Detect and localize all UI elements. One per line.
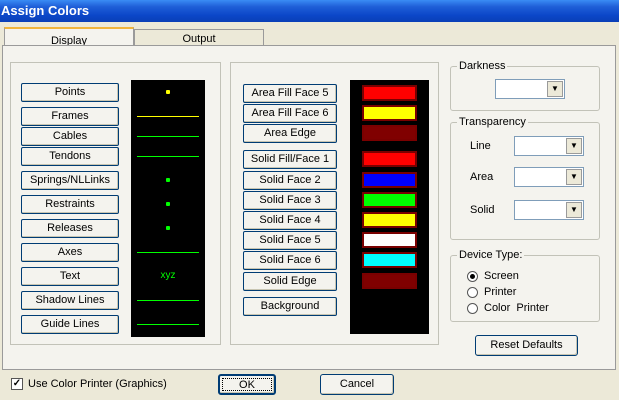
color-swatch[interactable] <box>362 85 417 101</box>
face-color-button[interactable]: Solid Face 5 <box>243 231 337 250</box>
color-swatch[interactable] <box>362 212 417 228</box>
color-swatch[interactable] <box>362 151 417 167</box>
face-preview-panel <box>350 80 429 334</box>
transparency-legend: Transparency <box>457 116 528 128</box>
face-color-button[interactable]: Area Fill Face 5 <box>243 84 337 103</box>
window-title: Assign Colors <box>1 3 90 18</box>
tab-display[interactable]: Display <box>4 27 134 47</box>
transparency-solid-label: Solid <box>470 204 495 216</box>
line-preview <box>137 116 199 117</box>
device-color-printer-radio[interactable] <box>467 303 478 314</box>
display-item-button[interactable]: Guide Lines <box>21 315 119 334</box>
cancel-button[interactable]: Cancel <box>320 374 394 395</box>
device-printer-radio[interactable] <box>467 287 478 298</box>
line-preview <box>137 324 199 325</box>
device-screen-label[interactable]: Screen <box>484 270 519 282</box>
point-preview <box>166 178 170 182</box>
face-color-button[interactable]: Solid Edge <box>243 272 337 291</box>
display-item-button[interactable]: Frames <box>21 107 119 126</box>
color-swatch[interactable] <box>362 232 417 248</box>
device-type-legend: Device Type: <box>457 249 525 261</box>
reset-defaults-button[interactable]: Reset Defaults <box>475 335 578 356</box>
point-preview <box>166 90 170 94</box>
point-preview <box>166 202 170 206</box>
display-item-button[interactable]: Releases <box>21 219 119 238</box>
transparency-solid-select[interactable]: ▼ <box>514 200 584 220</box>
display-item-button[interactable]: Cables <box>21 127 119 146</box>
display-item-button[interactable]: Shadow Lines <box>21 291 119 310</box>
tab-output-label: Output <box>182 33 216 45</box>
line-preview <box>137 300 199 301</box>
line-preview <box>137 156 199 157</box>
face-color-button[interactable]: Solid Face 3 <box>243 191 337 210</box>
display-item-button[interactable]: Points <box>21 83 119 102</box>
face-color-button[interactable]: Solid Face 2 <box>243 171 337 190</box>
device-printer-label[interactable]: Printer <box>484 286 516 298</box>
display-item-button[interactable]: Tendons <box>21 147 119 166</box>
tab-output[interactable]: Output <box>134 29 264 46</box>
ok-button[interactable]: OK <box>218 374 276 395</box>
color-swatch[interactable] <box>362 192 417 208</box>
transparency-line-select[interactable]: ▼ <box>514 136 584 156</box>
chevron-down-icon[interactable]: ▼ <box>566 202 582 218</box>
face-color-button[interactable]: Area Edge <box>243 124 337 143</box>
point-preview <box>166 226 170 230</box>
chevron-down-icon[interactable]: ▼ <box>547 81 563 97</box>
line-preview <box>137 136 199 137</box>
display-item-button[interactable]: Axes <box>21 243 119 262</box>
chevron-down-icon[interactable]: ▼ <box>566 138 582 154</box>
chevron-down-icon[interactable]: ▼ <box>566 169 582 185</box>
text-preview: xyz <box>160 270 176 281</box>
color-swatch[interactable] <box>362 172 417 188</box>
color-swatch[interactable] <box>362 252 417 268</box>
face-color-button[interactable]: Area Fill Face 6 <box>243 104 337 123</box>
device-color-printer-label[interactable]: Color Printer <box>484 302 549 314</box>
title-bar: Assign Colors <box>0 0 619 22</box>
transparency-line-label: Line <box>470 140 491 152</box>
transparency-area-select[interactable]: ▼ <box>514 167 584 187</box>
face-color-button[interactable]: Solid Fill/Face 1 <box>243 150 337 169</box>
line-preview <box>137 252 199 253</box>
background-button[interactable]: Background <box>243 297 337 316</box>
color-swatch[interactable] <box>362 273 417 289</box>
darkness-select[interactable]: ▼ <box>495 79 565 99</box>
display-preview-panel: xyz <box>131 80 205 337</box>
color-swatch[interactable] <box>362 105 417 121</box>
use-color-printer-checkbox[interactable]: ✓ <box>11 378 23 390</box>
display-item-button[interactable]: Restraints <box>21 195 119 214</box>
display-item-button[interactable]: Text <box>21 267 119 286</box>
color-swatch[interactable] <box>362 125 417 141</box>
face-color-button[interactable]: Solid Face 6 <box>243 251 337 270</box>
display-item-button[interactable]: Springs/NLLinks <box>21 171 119 190</box>
device-screen-radio[interactable] <box>467 271 478 282</box>
transparency-area-label: Area <box>470 171 494 183</box>
use-color-printer-label[interactable]: Use Color Printer (Graphics) <box>28 378 167 390</box>
darkness-legend: Darkness <box>457 60 508 72</box>
face-color-button[interactable]: Solid Face 4 <box>243 211 337 230</box>
